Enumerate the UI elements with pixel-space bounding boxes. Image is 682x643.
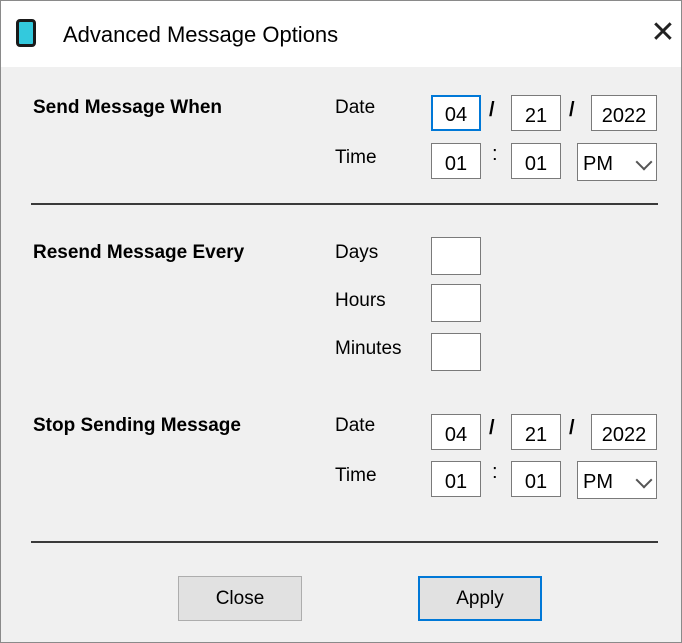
stop-sending-heading: Stop Sending Message [33,415,241,436]
stop-time-separator: : [492,461,498,483]
resend-days-input[interactable] [431,237,481,275]
send-ampm-value: PM [583,153,613,175]
resend-days-label: Days [335,242,379,263]
close-button[interactable]: Close [178,576,302,621]
stop-date-separator-2: / [569,417,575,439]
send-when-heading: Send Message When [33,97,222,118]
stop-day-input[interactable]: 21 [511,414,561,450]
divider [31,541,658,543]
resend-minutes-label: Minutes [335,338,402,359]
send-time-label: Time [335,147,377,168]
resend-every-heading: Resend Message Every [33,242,245,263]
stop-minute-input[interactable]: 01 [511,461,561,497]
send-hour-input[interactable]: 01 [431,143,481,179]
stop-date-separator: / [489,417,495,439]
send-date-separator: / [489,99,495,121]
close-icon[interactable]: ✕ [650,18,676,48]
send-day-input[interactable]: 21 [511,95,561,131]
stop-year-input[interactable]: 2022 [591,414,657,450]
stop-hour-input[interactable]: 01 [431,461,481,497]
send-time-separator: : [492,143,498,165]
apply-button[interactable]: Apply [418,576,542,621]
resend-hours-label: Hours [335,290,386,311]
chevron-down-icon [635,471,653,489]
resend-hours-input[interactable] [431,284,481,322]
stop-month-input[interactable]: 04 [431,414,481,450]
title-bar: Advanced Message Options ✕ [1,1,681,67]
send-ampm-select[interactable]: PM [577,143,657,181]
advanced-message-options-dialog: Advanced Message Options ✕ Send Message … [0,0,682,643]
window-title: Advanced Message Options [63,22,339,47]
stop-ampm-select[interactable]: PM [577,461,657,499]
stop-time-label: Time [335,465,377,486]
chevron-down-icon [635,153,653,171]
send-month-input[interactable]: 04 [431,95,481,131]
divider [31,203,658,205]
app-icon [16,19,36,47]
send-year-input[interactable]: 2022 [591,95,657,131]
resend-minutes-input[interactable] [431,333,481,371]
stop-ampm-value: PM [583,471,613,493]
send-minute-input[interactable]: 01 [511,143,561,179]
send-date-label: Date [335,97,376,118]
send-date-separator-2: / [569,99,575,121]
stop-date-label: Date [335,415,376,436]
